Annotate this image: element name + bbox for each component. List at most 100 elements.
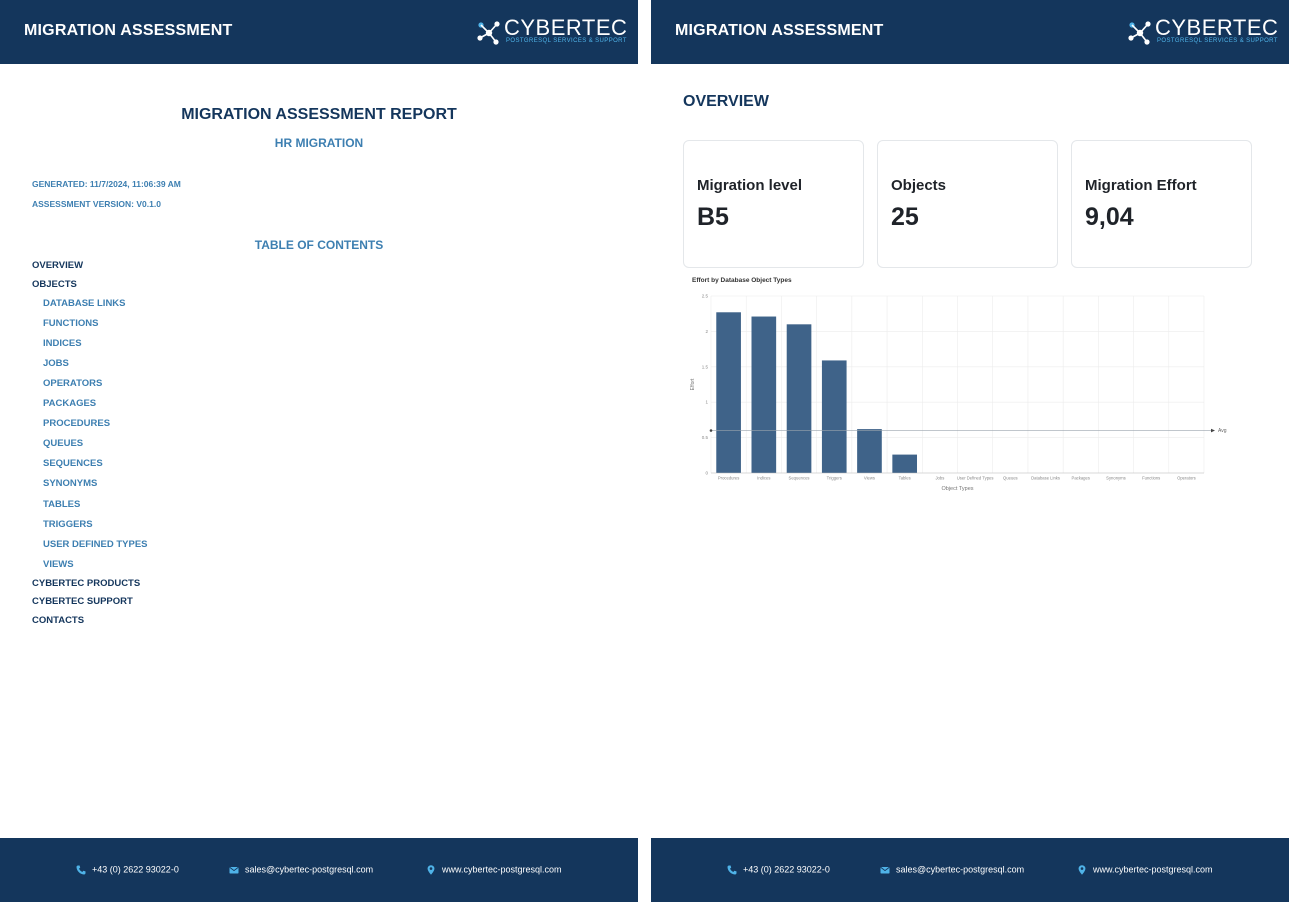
page-footer: +43 (0) 2622 93022-0 sales@cybertec-post… bbox=[651, 838, 1289, 902]
toc-item[interactable]: CYBERTEC SUPPORT bbox=[32, 596, 133, 607]
page-gutter bbox=[638, 0, 651, 902]
card-label: Migration level bbox=[697, 177, 803, 194]
header-title: MIGRATION ASSESSMENT bbox=[675, 22, 884, 39]
avg-line-start-marker bbox=[709, 429, 713, 432]
x-tick-label: Jobs bbox=[935, 476, 944, 481]
effort-chart: Effort by Database Object Types 0 0.5 1 1.5 2… bbox=[687, 272, 1247, 497]
toc-item[interactable]: VIEWS bbox=[43, 559, 74, 570]
x-tick-label: Sequences bbox=[789, 476, 810, 481]
toc-item[interactable]: OPERATORS bbox=[43, 378, 102, 389]
y-tick-label: 0.5 bbox=[702, 435, 709, 440]
x-tick-label: User Defined Types bbox=[957, 476, 994, 481]
location-pin-icon bbox=[1078, 864, 1086, 875]
logo-tagline: POSTGRESQL SERVICES & SUPPORT bbox=[506, 38, 627, 44]
avg-line-label: Avg bbox=[1218, 428, 1227, 434]
report-cover-page: MIGRATION ASSESSMENT CYBERTEC POSTGRESQL… bbox=[0, 0, 638, 902]
footer-email[interactable]: sales@cybertec-postgresql.com bbox=[880, 864, 1024, 875]
toc-item[interactable]: PROCEDURES bbox=[43, 418, 110, 429]
footer-phone[interactable]: +43 (0) 2622 93022-0 bbox=[76, 864, 179, 875]
toc-item[interactable]: CONTACTS bbox=[32, 615, 84, 626]
y-tick-label: 0 bbox=[705, 471, 708, 476]
x-tick-label: Synonyms bbox=[1106, 476, 1126, 481]
x-tick-label: Queues bbox=[1003, 476, 1018, 481]
x-tick-label: Triggers bbox=[827, 476, 842, 481]
cybertec-logo: CYBERTEC POSTGRESQL SERVICES & SUPPORT bbox=[1127, 15, 1278, 48]
report-subtitle: HR MIGRATION bbox=[274, 136, 364, 150]
x-tick-label: Views bbox=[864, 476, 875, 481]
phone-number: +43 (0) 2622 93022-0 bbox=[92, 864, 179, 875]
footer-phone[interactable]: +43 (0) 2622 93022-0 bbox=[727, 864, 830, 875]
card-label: Migration Effort bbox=[1085, 177, 1197, 194]
avg-line-arrow bbox=[1211, 428, 1215, 433]
toc-item[interactable]: USER DEFINED TYPES bbox=[43, 539, 148, 550]
overview-title: OVERVIEW bbox=[683, 93, 769, 110]
cybertec-logo-icon bbox=[477, 21, 500, 45]
chart-title: Effort by Database Object Types bbox=[692, 277, 792, 284]
toc-item[interactable]: TABLES bbox=[43, 499, 80, 510]
effort-bar-chart: Effort by Database Object Types 0 0.5 1 1.5 2… bbox=[690, 277, 1227, 492]
x-axis-title: Object Types bbox=[942, 486, 974, 492]
bar-procedures bbox=[716, 312, 741, 473]
envelope-icon bbox=[229, 866, 239, 874]
website-url: www.cybertec-postgresql.com bbox=[442, 864, 562, 875]
cybertec-logo-icon bbox=[1128, 21, 1151, 45]
x-tick-label: Tables bbox=[899, 476, 911, 481]
bar-sequences bbox=[786, 324, 812, 473]
y-tick-label: 1 bbox=[705, 400, 708, 405]
toc-item[interactable]: SYNONYMS bbox=[43, 478, 97, 489]
generated-date: GENERATED: 11/7/2024, 11:06:39 AM bbox=[32, 179, 181, 189]
header-title: MIGRATION ASSESSMENT bbox=[24, 22, 233, 39]
card-value: B5 bbox=[697, 203, 729, 231]
footer-website[interactable]: www.cybertec-postgresql.com bbox=[1077, 864, 1213, 875]
toc-item[interactable]: FUNCTIONS bbox=[43, 318, 98, 329]
toc-title: TABLE OF CONTENTS bbox=[254, 238, 384, 252]
bar-indices bbox=[751, 316, 777, 473]
x-tick-label: Procedures bbox=[718, 476, 739, 481]
card-label: Objects bbox=[891, 177, 947, 194]
toc-item[interactable]: OVERVIEW bbox=[32, 260, 83, 271]
email-address: sales@cybertec-postgresql.com bbox=[896, 864, 1025, 875]
card-value: 25 bbox=[891, 203, 919, 231]
y-axis-title: Effort bbox=[690, 378, 696, 390]
migration-effort-card: Migration Effort 9,04 bbox=[1071, 140, 1252, 268]
envelope-icon bbox=[880, 866, 890, 874]
toc-item[interactable]: CYBERTEC PRODUCTS bbox=[32, 578, 140, 589]
toc-item[interactable]: QUEUES bbox=[43, 438, 83, 449]
phone-icon bbox=[76, 865, 86, 875]
toc-item[interactable]: PACKAGES bbox=[43, 398, 96, 409]
toc-item[interactable]: SEQUENCES bbox=[43, 458, 103, 469]
migration-level-card: Migration level B5 bbox=[683, 140, 864, 268]
x-tick-label: Database Links bbox=[1031, 476, 1060, 481]
logo-tagline: POSTGRESQL SERVICES & SUPPORT bbox=[1157, 38, 1278, 44]
toc-item[interactable]: TRIGGERS bbox=[43, 519, 93, 530]
objects-card: Objects 25 bbox=[877, 140, 1058, 268]
x-tick-label: Packages bbox=[1072, 476, 1090, 481]
bar-views bbox=[857, 429, 882, 473]
bar-triggers bbox=[821, 360, 847, 473]
location-pin-icon bbox=[427, 864, 435, 875]
overview-page: MIGRATION ASSESSMENT CYBERTEC POSTGRESQL… bbox=[651, 0, 1289, 902]
cybertec-logo: CYBERTEC POSTGRESQL SERVICES & SUPPORT bbox=[476, 15, 627, 48]
page-footer: +43 (0) 2622 93022-0 sales@cybertec-post… bbox=[0, 838, 638, 902]
y-tick-label: 1.5 bbox=[702, 364, 709, 369]
phone-number: +43 (0) 2622 93022-0 bbox=[743, 864, 830, 875]
x-tick-label: Indices bbox=[757, 476, 770, 481]
footer-email[interactable]: sales@cybertec-postgresql.com bbox=[229, 864, 373, 875]
x-tick-label: Functions bbox=[1142, 476, 1160, 481]
toc-item[interactable]: JOBS bbox=[43, 358, 69, 369]
assessment-version: ASSESSMENT VERSION: V0.1.0 bbox=[32, 199, 161, 209]
toc-item[interactable]: INDICES bbox=[43, 338, 82, 349]
email-address: sales@cybertec-postgresql.com bbox=[245, 864, 374, 875]
x-tick-label: Operators bbox=[1177, 476, 1196, 481]
y-tick-label: 2.5 bbox=[702, 294, 709, 299]
toc-item[interactable]: OBJECTS bbox=[32, 279, 77, 290]
y-tick-label: 2 bbox=[705, 329, 708, 334]
website-url: www.cybertec-postgresql.com bbox=[1093, 864, 1213, 875]
toc-item[interactable]: DATABASE LINKS bbox=[43, 298, 126, 309]
bar-tables bbox=[892, 454, 918, 473]
footer-website[interactable]: www.cybertec-postgresql.com bbox=[426, 864, 562, 875]
card-value: 9,04 bbox=[1085, 203, 1134, 231]
report-title: MIGRATION ASSESSMENT REPORT bbox=[181, 106, 457, 123]
page-header: MIGRATION ASSESSMENT CYBERTEC POSTGRESQL… bbox=[651, 0, 1289, 64]
page-header: MIGRATION ASSESSMENT CYBERTEC POSTGRESQL… bbox=[0, 0, 638, 64]
